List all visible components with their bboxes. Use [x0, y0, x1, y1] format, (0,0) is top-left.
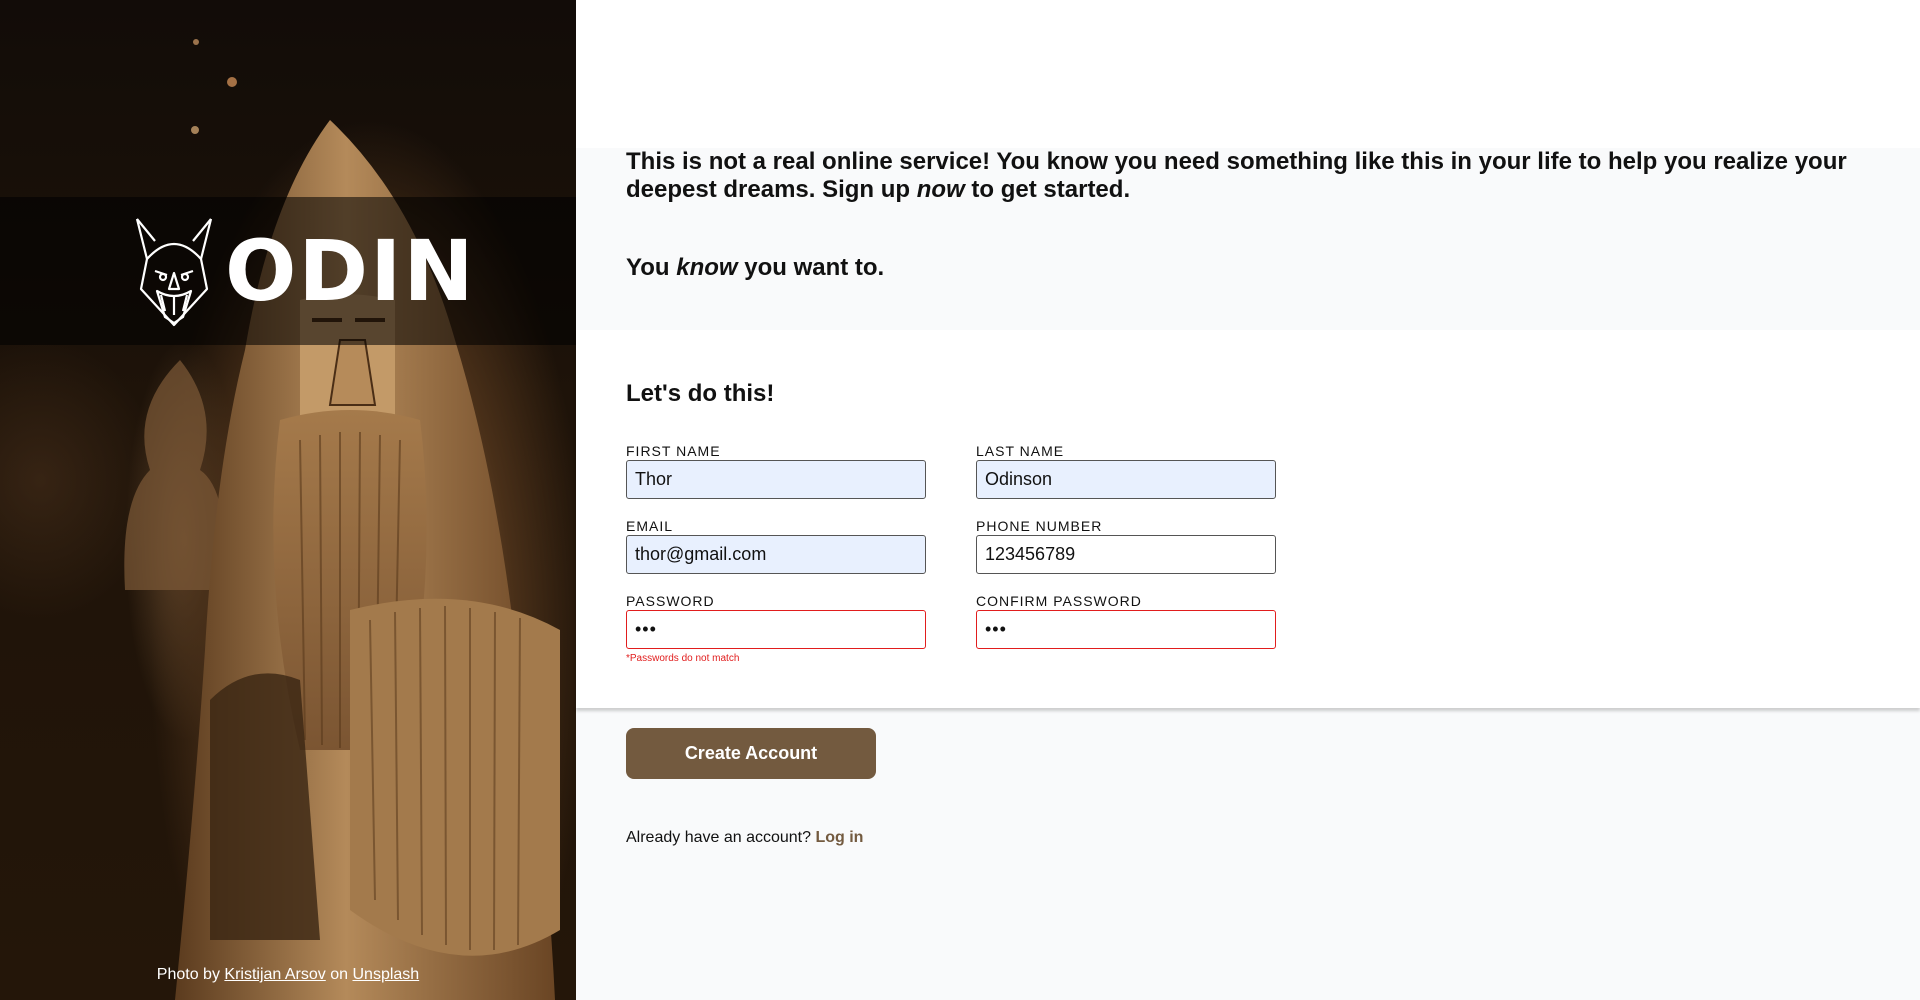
- intro-tagline: You know you want to.: [626, 254, 1870, 282]
- credit-middle: on: [330, 966, 349, 983]
- top-spacer: [576, 0, 1920, 148]
- tagline-text-b: you want to.: [744, 254, 885, 281]
- last-name-group: LAST NAME Odinson: [976, 442, 1276, 503]
- credit-author-link[interactable]: Kristijan Arsov: [224, 966, 325, 983]
- intro-text-a: This is not a real online service! You k…: [626, 148, 1847, 203]
- first-name-input[interactable]: Thor: [626, 460, 926, 499]
- confirm-password-group: CONFIRM PASSWORD •••: [976, 592, 1276, 653]
- statue-photo: [124, 39, 560, 1000]
- phone-label: PHONE NUMBER: [976, 518, 1103, 534]
- content-panel: This is not a real online service! You k…: [576, 0, 1920, 1000]
- credit-site-link[interactable]: Unsplash: [352, 966, 419, 983]
- login-prompt: Already have an account?: [626, 829, 812, 846]
- login-link[interactable]: Log in: [815, 829, 863, 846]
- form-grid: FIRST NAME Thor LAST NAME Odinson EMAIL …: [626, 442, 1870, 664]
- viking-helmet-icon: [135, 218, 213, 327]
- password-group: PASSWORD ••• *Passwords do not match: [626, 592, 926, 664]
- phone-input[interactable]: 123456789: [976, 535, 1276, 574]
- tagline-text-a: You: [626, 254, 670, 281]
- login-row: Already have an account? Log in: [626, 829, 1870, 847]
- last-name-label: LAST NAME: [976, 443, 1065, 459]
- brand: ODIN: [133, 215, 476, 327]
- credit-prefix: Photo by: [156, 966, 220, 983]
- password-error: *Passwords do not match: [626, 653, 740, 664]
- confirm-password-label: CONFIRM PASSWORD: [976, 593, 1142, 609]
- signup-form: Let's do this! FIRST NAME Thor LAST NAME…: [576, 330, 1920, 708]
- email-label: EMAIL: [626, 518, 674, 534]
- first-name-label: FIRST NAME: [626, 443, 721, 459]
- intro-text-b: to get started.: [971, 176, 1131, 203]
- intro-section: This is not a real online service! You k…: [576, 148, 1920, 330]
- photo-credit: Photo by Kristijan Arsov on Unsplash: [0, 966, 576, 984]
- form-title: Let's do this!: [626, 380, 775, 407]
- email-group: EMAIL thor@gmail.com: [626, 517, 926, 578]
- hero-image-panel: ODIN Photo by Kristijan Arsov on Unsplas…: [0, 0, 576, 1000]
- last-name-input[interactable]: Odinson: [976, 460, 1276, 499]
- signup-page: ODIN Photo by Kristijan Arsov on Unsplas…: [0, 0, 1920, 1000]
- password-input[interactable]: •••: [626, 610, 926, 649]
- email-input[interactable]: thor@gmail.com: [626, 535, 926, 574]
- first-name-group: FIRST NAME Thor: [626, 442, 926, 503]
- brand-name: ODIN: [225, 222, 476, 320]
- password-label: PASSWORD: [626, 593, 715, 609]
- intro-text-em: now: [916, 176, 965, 203]
- form-actions: Create Account Already have an account? …: [576, 708, 1920, 847]
- create-account-button[interactable]: Create Account: [626, 728, 876, 779]
- intro-paragraph: This is not a real online service! You k…: [626, 148, 1870, 204]
- phone-group: PHONE NUMBER 123456789: [976, 517, 1276, 578]
- tagline-text-em: know: [676, 254, 738, 281]
- confirm-password-input[interactable]: •••: [976, 610, 1276, 649]
